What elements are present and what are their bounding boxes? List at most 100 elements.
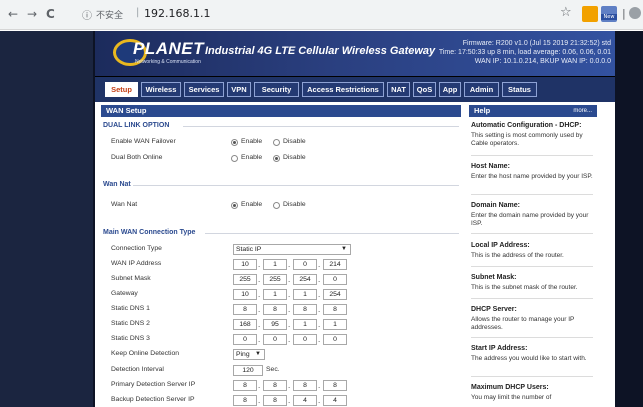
wan-ip-octet-4[interactable]: 214 <box>323 259 347 270</box>
dot: . <box>258 321 261 329</box>
tab-services[interactable]: Services <box>184 82 224 97</box>
info-icon[interactable]: ⓘ <box>82 7 92 22</box>
extension-rss-icon[interactable] <box>582 6 598 22</box>
gateway-octet-1[interactable]: 10 <box>233 289 257 300</box>
tab-nat[interactable]: NAT <box>387 82 410 97</box>
dns3-octet-2[interactable]: 0 <box>263 334 287 345</box>
dns3-octet-4[interactable]: 0 <box>323 334 347 345</box>
static-dns2-label: Static DNS 2 <box>111 320 150 327</box>
dns1-octet-3[interactable]: 8 <box>293 304 317 315</box>
divider <box>183 126 459 127</box>
wan-failover-enable-radio[interactable] <box>231 139 238 146</box>
dot: . <box>288 306 291 314</box>
gateway-octet-3[interactable]: 1 <box>293 289 317 300</box>
wan-nat-group-title: Wan Nat <box>103 181 131 188</box>
tab-admin[interactable]: Admin <box>464 82 499 97</box>
wan-ip-octet-2[interactable]: 1 <box>263 259 287 270</box>
wan-nat-disable-radio[interactable] <box>273 202 280 209</box>
tab-status[interactable]: Status <box>502 82 537 97</box>
help-item-title: Local IP Address: <box>471 242 530 249</box>
url-text[interactable]: 192.168.1.1 <box>144 7 210 20</box>
help-item-text: This is the address of the router. <box>471 252 564 259</box>
primary-server-octet-2[interactable]: 8 <box>263 380 287 391</box>
product-title: Industrial 4G LTE Cellular Wireless Gate… <box>205 45 436 57</box>
subnet-octet-3[interactable]: 254 <box>293 274 317 285</box>
profile-icon[interactable]: | <box>622 6 626 22</box>
dns1-octet-1[interactable]: 8 <box>233 304 257 315</box>
wan-setup-panel: WAN Setup DUAL LINK OPTION Enable WAN Fa… <box>95 105 461 407</box>
address-bar[interactable]: ⓘ 不安全 | 192.168.1.1 <box>78 4 530 25</box>
subnet-octet-4[interactable]: 0 <box>323 274 347 285</box>
dot: . <box>288 291 291 299</box>
dot: . <box>258 336 261 344</box>
help-more-link[interactable]: more... <box>573 105 592 117</box>
divider <box>133 185 459 186</box>
dot: . <box>288 276 291 284</box>
divider <box>471 266 593 267</box>
forward-icon[interactable]: → <box>27 6 37 22</box>
backup-server-octet-3[interactable]: 4 <box>293 395 317 406</box>
primary-server-octet-3[interactable]: 8 <box>293 380 317 391</box>
primary-server-octet-1[interactable]: 8 <box>233 380 257 391</box>
tab-qos[interactable]: QoS <box>413 82 436 97</box>
help-item-text: Enter the host name provided by your ISP… <box>471 173 593 180</box>
backup-server-octet-4[interactable]: 4 <box>323 395 347 406</box>
connection-type-select[interactable]: Static IP ▼ <box>233 244 351 255</box>
reload-icon[interactable]: C <box>46 6 55 22</box>
wan-nat-label: Wan Nat <box>111 201 138 208</box>
tab-vpn[interactable]: VPN <box>227 82 251 97</box>
subnet-octet-1[interactable]: 255 <box>233 274 257 285</box>
avatar[interactable] <box>629 7 641 19</box>
detection-interval-input[interactable]: 120 <box>233 365 263 376</box>
browser-toolbar: ← → C ⓘ 不安全 | 192.168.1.1 ☆ New | <box>0 0 643 30</box>
primary-server-octet-4[interactable]: 8 <box>323 380 347 391</box>
keep-online-select[interactable]: Ping ▼ <box>233 349 265 360</box>
dns3-octet-3[interactable]: 0 <box>293 334 317 345</box>
tab-wireless[interactable]: Wireless <box>141 82 181 97</box>
header-banner: PLANET Networking & Communication Indust… <box>95 31 615 76</box>
help-item-title: Host Name: <box>471 163 510 170</box>
dot: . <box>258 276 261 284</box>
dot: . <box>318 291 321 299</box>
dns2-octet-3[interactable]: 1 <box>293 319 317 330</box>
help-item-text: This setting is most commonly used by Ca… <box>471 132 583 147</box>
back-icon[interactable]: ← <box>8 6 18 22</box>
gateway-octet-2[interactable]: 1 <box>263 289 287 300</box>
enable-wan-failover-label: Enable WAN Failover <box>111 138 176 145</box>
tab-access-restrictions[interactable]: Access Restrictions <box>302 82 384 97</box>
extension-new-icon[interactable]: New <box>601 6 617 22</box>
system-info: Firmware: R200 v1.0 (Jul 15 2019 21:32:5… <box>439 39 611 66</box>
dot: . <box>288 397 291 405</box>
primary-server-label: Primary Detection Server IP <box>111 381 196 388</box>
wan-failover-disable-radio[interactable] <box>273 139 280 146</box>
dot: . <box>288 261 291 269</box>
insecure-label: 不安全 <box>96 11 124 21</box>
help-item-title: DHCP Server: <box>471 306 517 313</box>
subnet-octet-2[interactable]: 255 <box>263 274 287 285</box>
divider <box>471 298 593 299</box>
dns1-octet-2[interactable]: 8 <box>263 304 287 315</box>
gateway-octet-4[interactable]: 254 <box>323 289 347 300</box>
tab-app[interactable]: App <box>439 82 461 97</box>
time-text: Time: 17:50:33 up 8 min, load average: 0… <box>438 49 611 56</box>
wan-nat-enable-radio[interactable] <box>231 202 238 209</box>
dual-both-online-enable-radio[interactable] <box>231 155 238 162</box>
tab-security[interactable]: Security <box>254 82 299 97</box>
dns1-octet-4[interactable]: 8 <box>323 304 347 315</box>
tab-setup[interactable]: Setup <box>105 82 138 97</box>
wan-ip-octet-1[interactable]: 10 <box>233 259 257 270</box>
wan-ip-label: WAN IP Address <box>111 260 162 267</box>
dns2-octet-2[interactable]: 95 <box>263 319 287 330</box>
dns3-octet-1[interactable]: 0 <box>233 334 257 345</box>
radio-label: Enable <box>241 201 263 208</box>
backup-server-octet-2[interactable]: 8 <box>263 395 287 406</box>
dns2-octet-4[interactable]: 1 <box>323 319 347 330</box>
wan-ip-octet-3[interactable]: 0 <box>293 259 317 270</box>
dot: . <box>258 397 261 405</box>
dot: . <box>318 336 321 344</box>
dns2-octet-1[interactable]: 168 <box>233 319 257 330</box>
dual-both-online-disable-radio[interactable] <box>273 155 280 162</box>
backup-server-octet-1[interactable]: 8 <box>233 395 257 406</box>
bookmark-star-icon[interactable]: ☆ <box>560 5 572 21</box>
chevron-down-icon: ▼ <box>341 246 347 252</box>
